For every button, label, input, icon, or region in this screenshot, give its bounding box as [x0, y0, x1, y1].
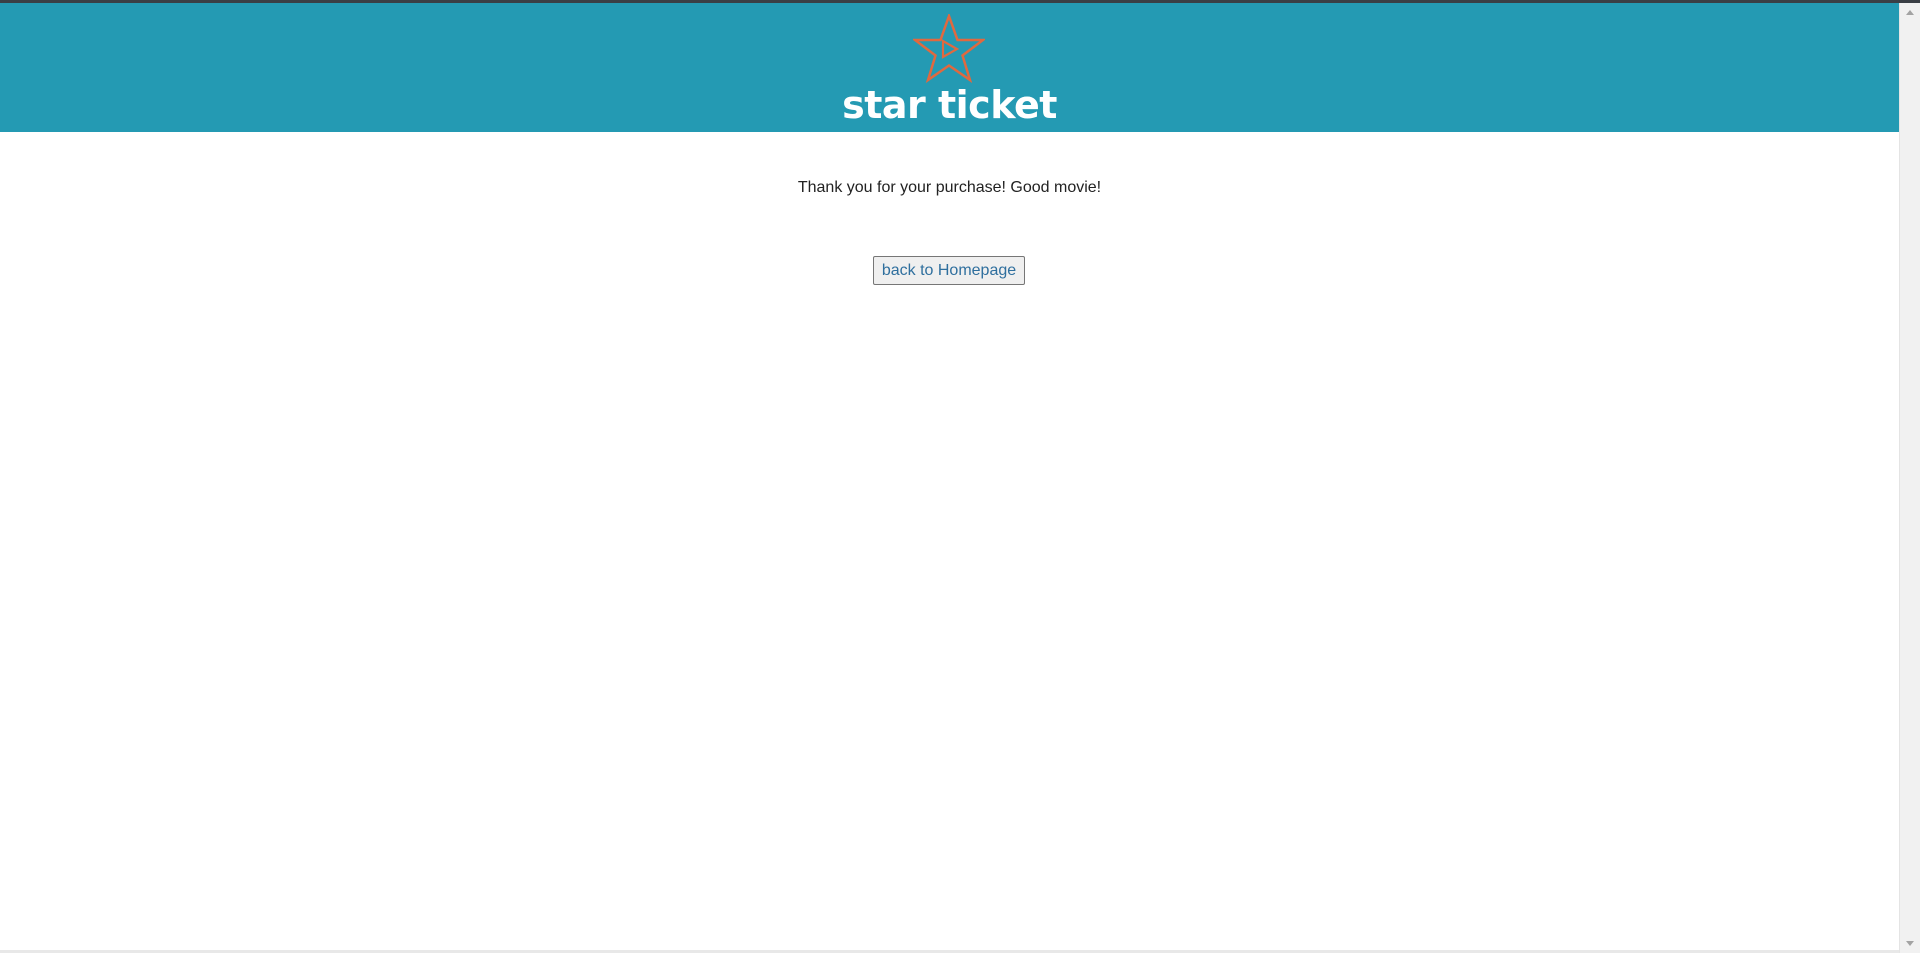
star-play-icon — [913, 14, 985, 84]
brand-name: star ticket — [842, 83, 1057, 127]
purchase-confirmation-message: Thank you for your purchase! Good movie! — [797, 179, 1102, 196]
scroll-up-arrow-icon[interactable] — [1906, 10, 1914, 15]
page: star ticket Thank you for your purchase!… — [0, 3, 1899, 953]
site-header: star ticket — [0, 3, 1899, 132]
vertical-scrollbar[interactable] — [1899, 3, 1920, 953]
back-to-homepage-button[interactable]: back to Homepage — [873, 256, 1025, 285]
browser-viewport: star ticket Thank you for your purchase!… — [0, 0, 1920, 953]
scroll-down-arrow-icon[interactable] — [1906, 941, 1914, 946]
